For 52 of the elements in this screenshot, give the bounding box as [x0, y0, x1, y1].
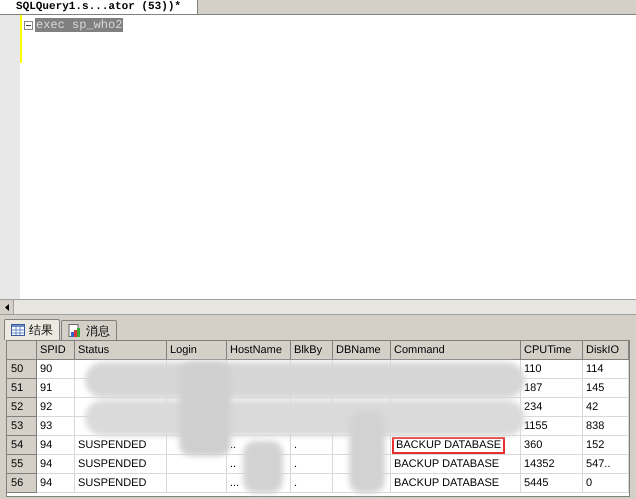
result-tab[interactable]: 结果 — [4, 319, 60, 340]
result-tab[interactable]: 消息 — [61, 320, 117, 340]
table-cell: SUSPENDED — [75, 455, 167, 474]
row-header[interactable]: 54 — [7, 436, 37, 455]
table-cell: 94 — [37, 455, 75, 474]
table-cell: SUSPENDED — [75, 474, 167, 493]
change-marker — [20, 15, 22, 63]
table-cell: 145 — [583, 379, 629, 398]
document-tab[interactable]: SQLQuery1.s...ator (53))* — [0, 0, 198, 14]
table-cell: 360 — [521, 436, 583, 455]
column-header[interactable]: CPUTime — [521, 341, 583, 360]
horizontal-scrollbar[interactable] — [0, 299, 636, 315]
table-cell: 838 — [583, 417, 629, 436]
table-cell: 92 — [37, 398, 75, 417]
table-cell: BACKUP DATABASE — [391, 474, 521, 493]
grid-icon — [11, 324, 25, 336]
table-cell: 152 — [583, 436, 629, 455]
grid-corner[interactable] — [7, 341, 37, 360]
left-arrow-icon[interactable] — [4, 304, 8, 310]
column-header[interactable]: SPID — [37, 341, 75, 360]
column-header[interactable]: BlkBy — [291, 341, 333, 360]
row-header[interactable]: 56 — [7, 474, 37, 493]
row-header[interactable]: 51 — [7, 379, 37, 398]
highlighted-cell: BACKUP DATABASE — [392, 437, 506, 454]
row-header[interactable]: 52 — [7, 398, 37, 417]
table-cell: 94 — [37, 474, 75, 493]
table-cell: 14352 — [521, 455, 583, 474]
table-cell: 94 — [37, 436, 75, 455]
table-cell: . — [291, 455, 333, 474]
table-cell: 90 — [37, 360, 75, 379]
column-header[interactable]: Status — [75, 341, 167, 360]
table-cell: 93 — [37, 417, 75, 436]
collapse-icon[interactable] — [24, 20, 33, 30]
table-cell: 42 — [583, 398, 629, 417]
column-header[interactable]: Command — [391, 341, 521, 360]
column-header[interactable]: DBName — [333, 341, 391, 360]
blurred-area — [243, 441, 283, 493]
table-cell: 5445 — [521, 474, 583, 493]
table-cell: 91 — [37, 379, 75, 398]
table-cell: . — [291, 474, 333, 493]
table-cell: 547.. — [583, 455, 629, 474]
table-cell — [167, 474, 227, 493]
column-header[interactable]: HostName — [227, 341, 291, 360]
column-header[interactable]: DiskIO — [583, 341, 629, 360]
row-header[interactable]: 53 — [7, 417, 37, 436]
table-cell: 114 — [583, 360, 629, 379]
table-cell: 0 — [583, 474, 629, 493]
row-header[interactable]: 55 — [7, 455, 37, 474]
row-header[interactable]: 50 — [7, 360, 37, 379]
table-cell: BACKUP DATABASE — [391, 455, 521, 474]
column-header[interactable]: Login — [167, 341, 227, 360]
document-icon — [68, 324, 82, 338]
